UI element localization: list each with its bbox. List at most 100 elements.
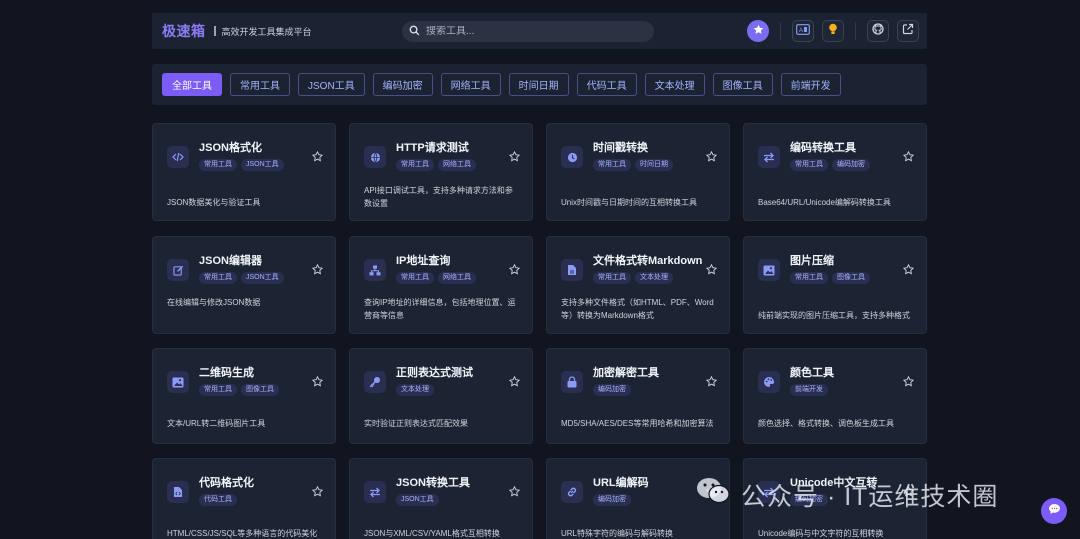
brand-divider: [213, 26, 216, 36]
tool-tags: 编码加密: [593, 494, 635, 506]
tool-tag[interactable]: 文本处理: [396, 384, 434, 396]
filter-chip[interactable]: 代码工具: [576, 73, 637, 96]
tool-card[interactable]: 图片压缩 常用工具 图像工具 纯前端实现的图片压缩工具，支持多种格式: [743, 236, 927, 334]
search-box[interactable]: [402, 21, 654, 42]
tool-title: IP地址查询: [396, 255, 451, 267]
header-divider-2: [855, 22, 856, 40]
github-button[interactable]: [867, 20, 889, 42]
tool-tag[interactable]: 时间日期: [635, 159, 673, 171]
tool-title: HTTP请求测试: [396, 142, 469, 154]
edit-icon: [167, 259, 189, 281]
favorite-star-icon[interactable]: [311, 374, 324, 392]
tool-title: 图片压缩: [790, 255, 834, 267]
favorite-star-icon[interactable]: [508, 374, 521, 392]
tool-tag[interactable]: 常用工具: [199, 272, 237, 284]
tool-tag[interactable]: 图像工具: [832, 272, 870, 284]
filter-chip[interactable]: 全部工具: [162, 73, 222, 96]
favorite-star-icon[interactable]: [311, 484, 324, 502]
open-external-button[interactable]: [897, 20, 919, 42]
tool-card[interactable]: IP地址查询 常用工具 网络工具查询IP地址的详细信息，包括地理位置、运营商等信息: [349, 236, 533, 334]
language-button[interactable]: A: [792, 20, 814, 42]
tool-card[interactable]: JSON转换工具 JSON工具 JSON与XML/CSV/YAML格式互相转换: [349, 458, 533, 539]
tool-title: JSON格式化: [199, 142, 262, 154]
tool-description: Unicode编码与中文字符的互相转换: [758, 529, 884, 538]
tool-tag[interactable]: 网络工具: [438, 272, 476, 284]
top-header: 极速箱 高效开发工具集成平台 A: [152, 13, 927, 49]
favorite-star-icon[interactable]: [705, 374, 718, 392]
lightbulb-icon: [828, 22, 838, 40]
favorite-star-icon[interactable]: [311, 149, 324, 167]
tool-tag[interactable]: 常用工具: [199, 384, 237, 396]
filter-chip[interactable]: 图像工具: [712, 73, 773, 96]
tool-tag[interactable]: 代码工具: [199, 494, 237, 506]
tool-card[interactable]: 编码转换工具 常用工具 编码加密 Base64/URL/Unicode编解码转换工具: [743, 123, 927, 221]
tool-card[interactable]: JSON编辑器 常用工具 JSON工具 在线编辑与修改JSON数据: [152, 236, 336, 334]
tool-tag[interactable]: 常用工具: [790, 272, 828, 284]
key-icon: [364, 371, 386, 393]
tool-tag[interactable]: 常用工具: [199, 159, 237, 171]
tool-tag[interactable]: JSON工具: [241, 272, 284, 284]
favorite-star-icon[interactable]: [902, 374, 915, 392]
tool-tags: 常用工具 JSON工具: [199, 159, 288, 171]
tool-card[interactable]: 时间戳转换 常用工具 时间日期 Unix时间戳与日期时间的互相转换工具: [546, 123, 730, 221]
tool-description: Base64/URL/Unicode编解码转换工具: [758, 198, 891, 207]
exchange-icon: [758, 146, 780, 168]
tool-tag[interactable]: 常用工具: [396, 272, 434, 284]
tool-card[interactable]: 颜色工具 前端开发 颜色选择、格式转换、调色板生成工具: [743, 348, 927, 444]
tool-card[interactable]: HTTP请求测试 常用工具 网络工具 API接口调试工具，支持多种请求方法和参数设置: [349, 123, 533, 221]
tool-title: URL编解码: [593, 477, 649, 489]
tool-description: 查询IP地址的详细信息，包括地理位置、运营商等信息: [364, 298, 516, 320]
tool-description: 颜色选择、格式转换、调色板生成工具: [758, 419, 894, 428]
tool-tag[interactable]: 常用工具: [593, 159, 631, 171]
tool-tag[interactable]: JSON工具: [396, 494, 439, 506]
tool-tag[interactable]: JSON工具: [241, 159, 284, 171]
tool-tag[interactable]: 常用工具: [593, 272, 631, 284]
filter-chip[interactable]: 前端开发: [780, 73, 841, 96]
tool-tag[interactable]: 编码加密: [593, 494, 631, 506]
tool-tag[interactable]: 编码加密: [832, 159, 870, 171]
tool-tag[interactable]: 常用工具: [396, 159, 434, 171]
tool-description: 在线编辑与修改JSON数据: [167, 298, 261, 307]
favorite-star-icon[interactable]: [508, 149, 521, 167]
favorite-star-icon[interactable]: [508, 262, 521, 280]
tool-card[interactable]: 二维码生成 常用工具 图像工具 文本/URL转二维码图片工具: [152, 348, 336, 444]
svg-text:A: A: [799, 28, 803, 34]
favorite-star-icon[interactable]: [902, 262, 915, 280]
filter-chip[interactable]: 编码加密: [372, 73, 433, 96]
filter-chip[interactable]: 常用工具: [230, 73, 290, 96]
tool-description: 文本/URL转二维码图片工具: [167, 419, 266, 428]
tool-card[interactable]: 代码格式化 代码工具 HTML/CSS/JS/SQL等多种语言的代码美化: [152, 458, 336, 539]
tool-card[interactable]: JSON格式化 常用工具 JSON工具 JSON数据美化与验证工具: [152, 123, 336, 221]
tool-tag[interactable]: 图像工具: [241, 384, 279, 396]
favorite-star-icon[interactable]: [705, 149, 718, 167]
tool-title: 时间戳转换: [593, 142, 648, 154]
tool-tag[interactable]: 编码加密: [593, 384, 631, 396]
favorite-star-icon[interactable]: [705, 262, 718, 280]
image-icon: [167, 371, 189, 393]
tool-tags: 常用工具 图像工具: [790, 272, 874, 284]
search-input[interactable]: [426, 26, 626, 37]
tool-tag[interactable]: 常用工具: [790, 159, 828, 171]
brand-logo[interactable]: 极速箱: [162, 21, 206, 41]
filter-chip[interactable]: 网络工具: [440, 73, 501, 96]
category-filter-bar: 全部工具 常用工具 JSON工具 编码加密 网络工具 时间日期 代码工具 文本处理 图像工具 前端…: [152, 64, 927, 105]
favorite-star-icon[interactable]: [902, 149, 915, 167]
tool-tag[interactable]: 网络工具: [438, 159, 476, 171]
favorites-button[interactable]: [747, 20, 769, 42]
tool-card[interactable]: 加密解密工具 编码加密 MD5/SHA/AES/DES等常用哈希和加密算法: [546, 348, 730, 444]
chat-button[interactable]: [1041, 498, 1067, 524]
filter-chip[interactable]: 文本处理: [644, 73, 705, 96]
tool-card[interactable]: 文件格式转Markdown 常用工具 文本处理 支持多种文件格式（如HTML、PDF、…: [546, 236, 730, 334]
favorite-star-icon[interactable]: [508, 484, 521, 502]
star-icon: [753, 22, 764, 40]
tool-tag[interactable]: 前端开发: [790, 384, 828, 396]
favorite-star-icon[interactable]: [311, 262, 324, 280]
tool-card[interactable]: 正则表达式测试 文本处理 实时验证正则表达式匹配效果: [349, 348, 533, 444]
tool-description: MD5/SHA/AES/DES等常用哈希和加密算法: [561, 419, 714, 428]
tool-tag[interactable]: 文本处理: [635, 272, 673, 284]
filter-chip[interactable]: JSON工具: [298, 73, 365, 96]
external-link-icon: [902, 22, 914, 40]
theme-toggle-button[interactable]: [822, 20, 844, 42]
filter-chip[interactable]: 时间日期: [508, 73, 569, 96]
palette-icon: [758, 371, 780, 393]
